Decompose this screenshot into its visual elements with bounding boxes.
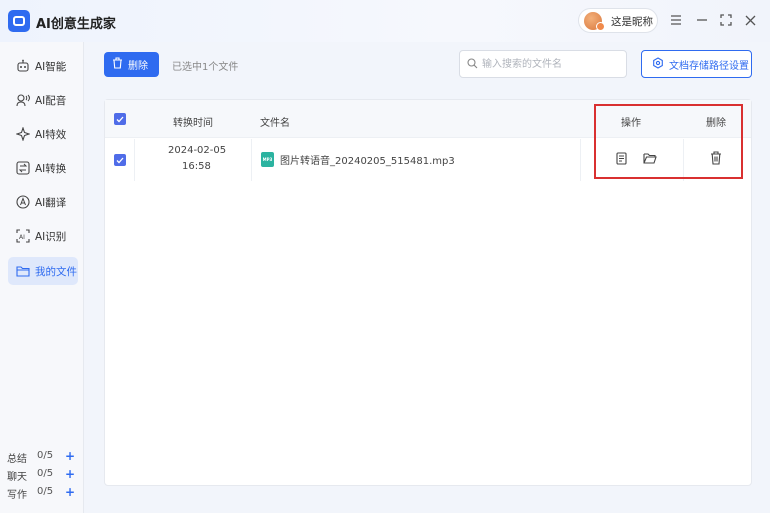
folder-icon xyxy=(16,264,30,278)
title-bar: AI创意生成家 这是昵称 xyxy=(0,0,770,42)
sparkle-icon xyxy=(16,127,30,141)
recognize-icon: AI xyxy=(16,229,30,243)
column-header-time: 转换时间 xyxy=(173,118,213,129)
sidebar-item-ai-effects[interactable]: AI特效 xyxy=(8,120,78,148)
column-header-filename: 文件名 xyxy=(260,118,290,129)
search-input[interactable] xyxy=(482,55,622,73)
storage-path-settings-button[interactable]: 文档存储路径设置 xyxy=(641,50,752,78)
search-box xyxy=(459,50,627,78)
user-name: 这是昵称 xyxy=(611,16,653,28)
row-date: 2024-02-05 xyxy=(168,145,227,156)
sidebar-item-label: AI识别 xyxy=(35,230,67,243)
quota-value: 0/5 xyxy=(37,450,54,461)
quota-value: 0/5 xyxy=(37,486,54,497)
sidebar-item-ai-smart[interactable]: AI智能 xyxy=(8,52,78,80)
quota-value: 0/5 xyxy=(37,468,54,479)
sidebar-item-label: AI特效 xyxy=(35,128,67,141)
search-icon xyxy=(467,58,478,72)
quota-label: 总结 xyxy=(7,454,27,465)
maximize-icon[interactable] xyxy=(717,11,735,29)
row-checkbox[interactable] xyxy=(114,154,126,166)
sidebar-item-ai-convert[interactable]: AI转换 xyxy=(8,154,78,182)
mp3-file-icon: MP3 xyxy=(261,152,274,167)
delete-button-label: 删除 xyxy=(128,61,148,72)
voice-icon xyxy=(16,93,30,107)
avatar-badge-icon xyxy=(596,22,605,31)
sidebar-item-label: AI配音 xyxy=(35,94,67,107)
storage-path-settings-label: 文档存储路径设置 xyxy=(669,60,749,72)
close-icon[interactable] xyxy=(741,11,759,29)
delete-button[interactable]: 删除 xyxy=(104,52,159,77)
sidebar-item-my-files[interactable]: 我的文件 xyxy=(8,257,78,285)
row-time: 16:58 xyxy=(182,161,211,172)
selected-count-text: 已选中1个文件 xyxy=(172,62,239,73)
quota-writing: 写作 0/5 + xyxy=(7,486,79,501)
row-filename-text: 图片转语音_20240205_515481.mp3 xyxy=(280,156,455,167)
row-filename: MP3 图片转语音_20240205_515481.mp3 xyxy=(261,152,455,167)
quota-chat: 聊天 0/5 + xyxy=(7,468,79,483)
svg-text:AI: AI xyxy=(19,234,25,241)
add-quota-icon[interactable]: + xyxy=(65,450,75,462)
menu-icon[interactable] xyxy=(667,11,685,29)
trash-icon xyxy=(112,57,123,72)
quota-label: 聊天 xyxy=(7,472,27,483)
sidebar-item-ai-translate[interactable]: AI翻译 xyxy=(8,188,78,216)
sidebar-item-label: AI智能 xyxy=(35,60,67,73)
sidebar-item-label: AI翻译 xyxy=(35,196,67,209)
translate-icon xyxy=(16,195,30,209)
quota-label: 写作 xyxy=(7,490,27,501)
app-logo-icon xyxy=(8,10,30,32)
sidebar-item-label: 我的文件 xyxy=(35,265,77,278)
sidebar-item-ai-recognize[interactable]: AI AI识别 xyxy=(8,222,78,250)
highlight-annotation xyxy=(594,104,743,179)
sidebar-item-label: AI转换 xyxy=(35,162,67,175)
user-profile-button[interactable]: 这是昵称 xyxy=(578,8,658,33)
settings-icon xyxy=(652,56,664,72)
app-title: AI创意生成家 xyxy=(36,17,116,32)
quota-summary: 总结 0/5 + xyxy=(7,450,79,465)
robot-icon xyxy=(16,59,30,73)
add-quota-icon[interactable]: + xyxy=(65,486,75,498)
sidebar-item-ai-voice[interactable]: AI配音 xyxy=(8,86,78,114)
minimize-icon[interactable] xyxy=(693,11,711,29)
select-all-checkbox[interactable] xyxy=(114,113,126,125)
convert-icon xyxy=(16,161,30,175)
add-quota-icon[interactable]: + xyxy=(65,468,75,480)
sidebar: AI智能 AI配音 AI特效 AI转换 AI翻译 AI AI识别 我的文件 总结… xyxy=(0,42,84,513)
